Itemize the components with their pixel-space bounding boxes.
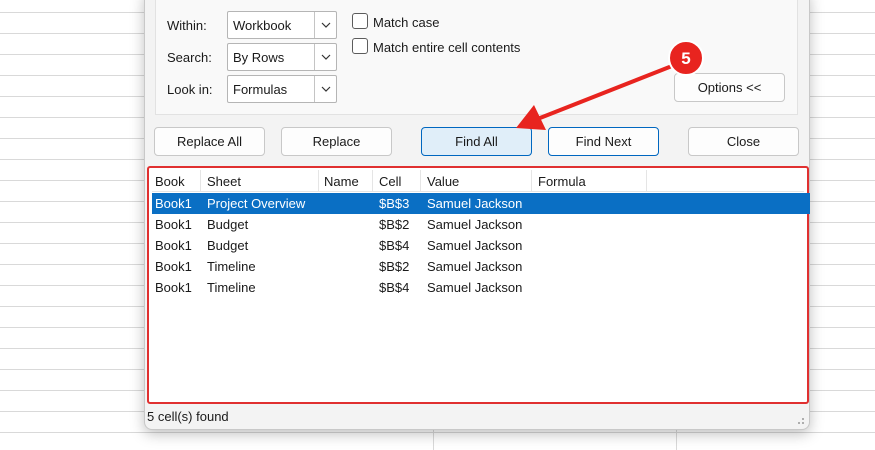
search-value: By Rows (233, 50, 285, 65)
column-header-book[interactable]: Book (155, 174, 185, 189)
match-case-label: Match case (373, 15, 440, 30)
result-cell: $B$2 (379, 259, 410, 274)
column-header-value[interactable]: Value (427, 174, 459, 189)
find-next-button[interactable]: Find Next (548, 127, 659, 156)
result-sheet: Timeline (207, 259, 256, 274)
result-value: Samuel Jackson (427, 238, 523, 253)
within-select[interactable]: Workbook (227, 11, 337, 39)
match-entire-checkbox[interactable] (352, 38, 368, 54)
result-cell: $B$4 (379, 280, 410, 295)
results-list[interactable]: Book Sheet Name Cell Value Formula Book1… (152, 170, 810, 399)
within-value: Workbook (233, 18, 292, 33)
search-select[interactable]: By Rows (227, 43, 337, 71)
status-text: 5 cell(s) found (147, 409, 229, 424)
result-cell: $B$4 (379, 238, 410, 253)
result-sheet: Budget (207, 217, 249, 232)
result-cell: $B$2 (379, 217, 410, 232)
replace-all-button[interactable]: Replace All (154, 127, 265, 156)
find-all-button[interactable]: Find All (421, 127, 532, 156)
resize-grip-icon[interactable] (795, 415, 805, 425)
result-row[interactable]: Book1 Project Overview $B$3 Samuel Jacks… (152, 193, 810, 214)
options-button[interactable]: Options << (674, 73, 785, 102)
column-divider (200, 170, 201, 192)
results-list-highlight: Book Sheet Name Cell Value Formula Book1… (147, 166, 810, 404)
result-value: Samuel Jackson (427, 217, 523, 232)
column-header-name[interactable]: Name (324, 174, 359, 189)
result-sheet: Project Overview (207, 196, 306, 211)
result-value: Samuel Jackson (427, 280, 523, 295)
lookin-value: Formulas (233, 82, 288, 97)
column-header-cell[interactable]: Cell (379, 174, 401, 189)
chevron-down-icon (314, 12, 336, 38)
result-sheet: Timeline (207, 280, 256, 295)
result-book: Book1 (155, 196, 192, 211)
match-entire-label: Match entire cell contents (373, 40, 521, 55)
column-divider (372, 170, 373, 192)
result-cell: $B$3 (379, 196, 410, 211)
column-divider (646, 170, 647, 192)
match-case-checkbox[interactable] (352, 13, 368, 29)
result-row[interactable]: Book1 Budget $B$2 Samuel Jackson (152, 214, 810, 235)
chevron-down-icon (314, 76, 336, 102)
replace-button[interactable]: Replace (281, 127, 392, 156)
search-label: Search: (167, 50, 212, 65)
column-divider (420, 170, 421, 192)
result-value: Samuel Jackson (427, 259, 523, 274)
result-book: Book1 (155, 217, 192, 232)
find-replace-dialog: Within: Workbook Search: By Rows Look in… (144, 0, 810, 430)
result-row[interactable]: Book1 Budget $B$4 Samuel Jackson (152, 235, 810, 256)
column-header-sheet[interactable]: Sheet (207, 174, 241, 189)
result-book: Book1 (155, 259, 192, 274)
result-value: Samuel Jackson (427, 196, 523, 211)
result-book: Book1 (155, 280, 192, 295)
lookin-label: Look in: (167, 82, 213, 97)
result-row[interactable]: Book1 Timeline $B$2 Samuel Jackson (152, 256, 810, 277)
result-sheet: Budget (207, 238, 249, 253)
lookin-select[interactable]: Formulas (227, 75, 337, 103)
column-header-formula[interactable]: Formula (538, 174, 586, 189)
chevron-down-icon (314, 44, 336, 70)
column-divider (531, 170, 532, 192)
results-header: Book Sheet Name Cell Value Formula (152, 170, 804, 192)
within-label: Within: (167, 18, 207, 33)
result-book: Book1 (155, 238, 192, 253)
close-button[interactable]: Close (688, 127, 799, 156)
result-row[interactable]: Book1 Timeline $B$4 Samuel Jackson (152, 277, 810, 298)
column-divider (318, 170, 319, 192)
